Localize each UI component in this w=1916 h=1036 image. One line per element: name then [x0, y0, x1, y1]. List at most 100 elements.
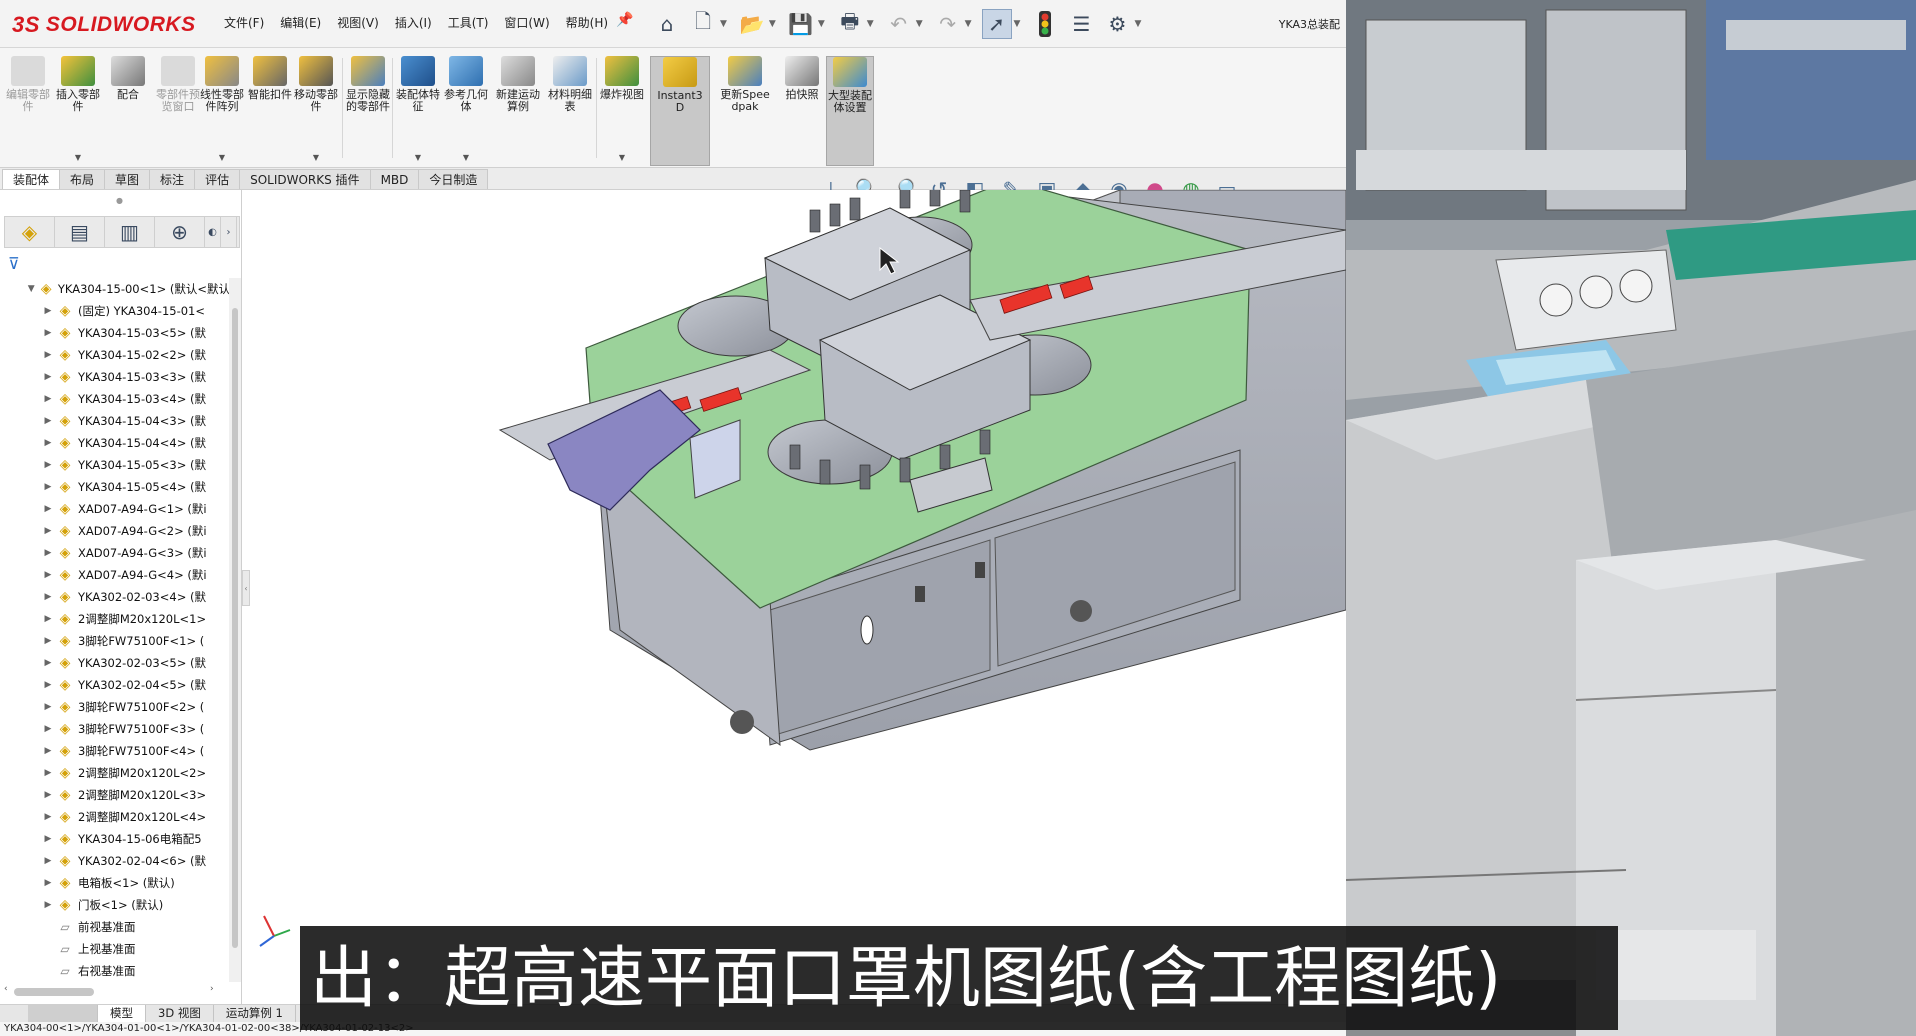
bottom-tab-scroll[interactable]	[28, 1005, 98, 1022]
solidworks-logo[interactable]: 3S SOLIDWORKS	[12, 8, 196, 42]
tree-component-item[interactable]: ▶ ◈ YKA304-15-05<4> (默	[0, 476, 230, 498]
open-icon[interactable]: 📂	[737, 9, 767, 39]
expand-arrow-icon[interactable]: ▶	[42, 790, 54, 800]
property-manager-tab-icon[interactable]: ▤	[55, 217, 105, 247]
tab-3d-views[interactable]: 3D 视图	[146, 1005, 214, 1022]
graphics-area[interactable]	[250, 190, 1346, 1012]
open-dropdown-icon[interactable]: ▼	[769, 19, 776, 29]
tab-make-today[interactable]: 今日制造	[418, 169, 489, 189]
menu-file[interactable]: 文件(F)	[224, 14, 264, 31]
scroll-right-icon[interactable]: ›	[210, 984, 214, 994]
home-icon[interactable]: ⌂	[652, 9, 682, 39]
expand-arrow-icon[interactable]: ▶	[42, 350, 54, 360]
assembly-features-button[interactable]: 装配体特征 ▼	[394, 56, 442, 166]
reference-geometry-button[interactable]: 参考几何体 ▼	[442, 56, 490, 166]
tree-component-item[interactable]: ▶ ◈ YKA304-15-03<4> (默	[0, 388, 230, 410]
tree-component-item[interactable]: ▶ ◈ XAD07-A94-G<4> (默i	[0, 564, 230, 586]
rebuild-icon[interactable]	[1030, 9, 1060, 39]
move-component-dropdown-icon[interactable]: ▼	[313, 153, 319, 162]
insert-components-dropdown-icon[interactable]: ▼	[75, 153, 81, 162]
redo-icon[interactable]: ↷	[933, 9, 963, 39]
tree-component-item[interactable]: ▶ ◈ YKA302-02-04<5> (默	[0, 674, 230, 696]
tree-plane-item[interactable]: ▱ 右视基准面	[0, 960, 230, 982]
tree-component-item[interactable]: ▶ ◈ YKA302-02-04<6> (默	[0, 850, 230, 872]
collapse-arrow-icon[interactable]: ▼	[26, 284, 36, 294]
tree-component-item[interactable]: ▶ ◈ YKA304-15-02<2> (默	[0, 344, 230, 366]
tree-component-item[interactable]: ▶ ◈ YKA304-15-05<3> (默	[0, 454, 230, 476]
tree-component-item[interactable]: ▶ ◈ 3脚轮FW75100F<2> (	[0, 696, 230, 718]
expand-arrow-icon[interactable]: ▶	[42, 746, 54, 756]
select-dropdown-icon[interactable]: ▼	[1014, 19, 1021, 29]
expand-arrow-icon[interactable]: ▶	[42, 614, 54, 624]
expand-arrow-icon[interactable]: ▶	[42, 570, 54, 580]
tree-component-item[interactable]: ▶ ◈ YKA304-15-04<4> (默	[0, 432, 230, 454]
edit-component-button[interactable]: 编辑零部件	[4, 56, 52, 166]
tree-root-item[interactable]: ▼ ◈ YKA304-15-00<1> (默认<默认	[0, 278, 230, 300]
tree-component-item[interactable]: ▶ ◈ YKA304-15-06电箱配5	[0, 828, 230, 850]
tree-component-item[interactable]: ▶ ◈ YKA302-02-03<5> (默	[0, 652, 230, 674]
menu-help[interactable]: 帮助(H)	[566, 14, 608, 31]
tree-component-item[interactable]: ▶ ◈ XAD07-A94-G<1> (默i	[0, 498, 230, 520]
expand-arrow-icon[interactable]: ▶	[42, 878, 54, 888]
scroll-left-icon[interactable]: ‹	[4, 984, 8, 994]
tree-component-item[interactable]: ▶ ◈ 电箱板<1> (默认)	[0, 872, 230, 894]
expand-arrow-icon[interactable]: ▶	[42, 768, 54, 778]
tree-component-item[interactable]: ▶ ◈ 3脚轮FW75100F<3> (	[0, 718, 230, 740]
options-icon[interactable]: ⚙	[1102, 9, 1132, 39]
tab-markup[interactable]: 标注	[149, 169, 196, 189]
tree-horizontal-scrollbar[interactable]: ‹ ›	[4, 984, 214, 998]
expand-arrow-icon[interactable]: ▶	[42, 372, 54, 382]
expand-arrow-icon[interactable]: ▶	[42, 504, 54, 514]
tree-plane-item[interactable]: ▱ 前视基准面	[0, 916, 230, 938]
expand-arrow-icon[interactable]: ▶	[42, 482, 54, 492]
tree-plane-item[interactable]: ▱ 上视基准面	[0, 938, 230, 960]
move-component-button[interactable]: 移动零部件 ▼	[292, 56, 340, 166]
expand-arrow-icon[interactable]: ▶	[42, 526, 54, 536]
tab-model[interactable]: 模型	[98, 1005, 146, 1022]
pin-icon[interactable]: 📌	[616, 12, 633, 28]
show-hidden-components-button[interactable]: 显示隐藏的零部件	[344, 56, 392, 166]
tab-evaluate[interactable]: 评估	[194, 169, 241, 189]
tab-sketch[interactable]: 草图	[104, 169, 151, 189]
menu-window[interactable]: 窗口(W)	[504, 14, 549, 31]
dimxpert-manager-tab-icon[interactable]: ⊕	[155, 217, 205, 247]
expand-arrow-icon[interactable]: ▶	[42, 592, 54, 602]
redo-dropdown-icon[interactable]: ▼	[965, 19, 972, 29]
save-dropdown-icon[interactable]: ▼	[818, 19, 825, 29]
smart-fasteners-button[interactable]: 智能扣件	[246, 56, 294, 166]
insert-components-button[interactable]: 插入零部件 ▼	[54, 56, 102, 166]
tree-component-item[interactable]: ▶ ◈ YKA304-15-03<3> (默	[0, 366, 230, 388]
tree-component-item[interactable]: ▶ ◈ 2调整脚M20x120L<4>	[0, 806, 230, 828]
expand-arrow-icon[interactable]: ▶	[42, 438, 54, 448]
mate-button[interactable]: 配合	[104, 56, 152, 166]
tab-mbd[interactable]: MBD	[369, 169, 420, 189]
tree-component-item[interactable]: ▶ ◈ 3脚轮FW75100F<4> (	[0, 740, 230, 762]
file-properties-icon[interactable]: ☰	[1066, 9, 1096, 39]
print-dropdown-icon[interactable]: ▼	[867, 19, 874, 29]
feature-manager-tab-icon[interactable]: ◈	[5, 217, 55, 247]
expand-arrow-icon[interactable]: ▶	[42, 900, 54, 910]
tab-motion-study-1[interactable]: 运动算例 1	[214, 1005, 296, 1022]
tree-component-item[interactable]: ▶ ◈ YKA304-15-04<3> (默	[0, 410, 230, 432]
update-speedpak-button[interactable]: 更新Speedpak	[718, 56, 772, 166]
undo-icon[interactable]: ↶	[884, 9, 914, 39]
expand-arrow-icon[interactable]: ▶	[42, 328, 54, 338]
select-icon[interactable]: ➚	[981, 9, 1012, 39]
tree-component-item[interactable]: ▶ ◈ 2调整脚M20x120L<3>	[0, 784, 230, 806]
panel-grip-icon[interactable]: ●	[116, 196, 123, 205]
menu-edit[interactable]: 编辑(E)	[280, 14, 321, 31]
tree-component-item[interactable]: ▶ ◈ XAD07-A94-G<3> (默i	[0, 542, 230, 564]
expand-arrow-icon[interactable]: ▶	[42, 306, 54, 316]
expand-arrow-icon[interactable]: ▶	[42, 416, 54, 426]
expand-arrow-icon[interactable]: ▶	[42, 658, 54, 668]
reference-geometry-dropdown-icon[interactable]: ▼	[463, 153, 469, 162]
menu-insert[interactable]: 插入(I)	[395, 14, 432, 31]
new-icon[interactable]: 🗋	[688, 9, 718, 39]
tree-component-item[interactable]: ▶ ◈ 3脚轮FW75100F<1> (	[0, 630, 230, 652]
tree-component-item[interactable]: ▶ ◈ 2调整脚M20x120L<2>	[0, 762, 230, 784]
tree-component-item[interactable]: ▶ ◈ YKA304-15-03<5> (默	[0, 322, 230, 344]
display-manager-tab-icon[interactable]: ◐	[205, 217, 221, 247]
instant3d-button[interactable]: Instant3D	[650, 56, 710, 166]
exploded-view-dropdown-icon[interactable]: ▼	[619, 153, 625, 162]
large-assembly-settings-button[interactable]: 大型装配体设置	[826, 56, 874, 166]
